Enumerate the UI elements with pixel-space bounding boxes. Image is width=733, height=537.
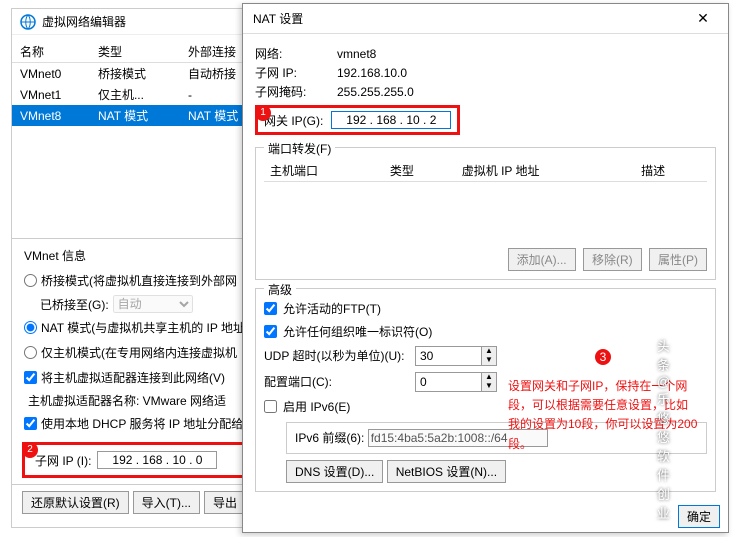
bridged-to-row: 已桥接至(G): 自动 [12, 293, 270, 315]
vne-titlebar: 虚拟网络编辑器 [12, 9, 270, 35]
ok-button[interactable]: 确定 [678, 505, 720, 528]
network-icon [20, 14, 36, 30]
remove-button: 移除(R) [583, 248, 642, 271]
nat-mode-radio[interactable]: NAT 模式(与虚拟机共享主机的 IP 地址 [12, 315, 270, 340]
nat-settings-dialog: NAT 设置 ✕ 网络: vmnet8 子网 IP: 192.168.10.0 子网… [242, 3, 729, 533]
add-button[interactable]: 添加(A)... [508, 248, 576, 271]
nat-titlebar: NAT 设置 ✕ [243, 4, 728, 34]
gateway-ip-input[interactable] [331, 111, 451, 129]
ftp-check-row[interactable]: 允许活动的FTP(T) [264, 297, 707, 320]
bridge-mode-radio[interactable]: 桥接模式(将虚拟机直接连接到外部网 [12, 268, 270, 293]
netbios-settings-button[interactable]: NetBIOS 设置(N)... [387, 460, 506, 483]
table-row[interactable]: VMnet0 桥接模式 自动桥接 [12, 63, 270, 85]
bridged-to-select: 自动 [113, 295, 193, 313]
checkbox-ftp[interactable] [264, 302, 277, 315]
udp-timeout-input[interactable] [416, 347, 481, 365]
subnet-mask-value: 255.255.255.0 [337, 85, 414, 99]
table-row[interactable]: VMnet1 仅主机... - [12, 84, 270, 105]
nat-title: NAT 设置 [253, 10, 303, 27]
pf-col-type[interactable]: 类型 [384, 160, 456, 182]
spin-down-icon[interactable]: ▼ [482, 382, 496, 391]
pf-col-desc[interactable]: 描述 [635, 160, 707, 182]
col-type[interactable]: 类型 [90, 41, 180, 63]
ipv6-prefix-label: IPv6 前缀(6): [295, 431, 364, 445]
watermark: 头条 @乐悠悠软件创业 [657, 336, 670, 522]
subnet-mask-label: 子网掩码: [255, 83, 325, 100]
pf-col-vmip[interactable]: 虚拟机 IP 地址 [456, 160, 635, 182]
config-port-input[interactable] [416, 373, 481, 391]
port-forward-table: 主机端口 类型 虚拟机 IP 地址 描述 [264, 160, 707, 242]
nat-footer: 确定 头条 @乐悠悠软件创业 [678, 505, 720, 528]
vne-button-row: 还原默认设置(R) 导入(T)... 导出 [12, 484, 270, 520]
col-name[interactable]: 名称 [12, 41, 90, 63]
vmnet-info-label: VMnet 信息 [12, 238, 270, 268]
subnet-label: 子网 IP (I): [35, 452, 91, 469]
network-value: vmnet8 [337, 47, 376, 61]
close-icon[interactable]: ✕ [688, 10, 718, 27]
hostonly-mode-radio[interactable]: 仅主机模式(在专用网络内连接虚拟机 [12, 340, 270, 365]
radio-bridge[interactable] [24, 274, 37, 287]
checkbox-dhcp[interactable] [24, 417, 37, 430]
checkbox-ipv6[interactable] [264, 400, 277, 413]
virtual-network-editor-window: 虚拟网络编辑器 名称 类型 外部连接 VMnet0 桥接模式 自动桥接 VMne… [11, 8, 271, 528]
restore-defaults-button[interactable]: 还原默认设置(R) [22, 491, 129, 514]
port-forward-title: 端口转发(F) [264, 140, 335, 157]
udp-timeout-label: UDP 超时(以秒为单位)(U): [264, 347, 409, 364]
radio-nat[interactable] [24, 321, 37, 334]
advanced-title: 高级 [264, 281, 296, 298]
subnet-ip-label: 子网 IP: [255, 64, 325, 81]
properties-button: 属性(P) [649, 248, 707, 271]
dhcp-check[interactable]: 使用本地 DHCP 服务将 IP 地址分配给 [12, 411, 270, 436]
annotation-badge-2: 2 [22, 442, 38, 458]
org-id-check-row[interactable]: 允许任何组织唯一标识符(O) [264, 320, 707, 343]
subnet-ip-input[interactable] [97, 451, 217, 469]
dns-button-row: DNS 设置(D)... NetBIOS 设置(N)... [264, 454, 707, 483]
network-label: 网络: [255, 45, 325, 62]
checkbox-org[interactable] [264, 325, 277, 338]
pf-button-row: 添加(A)... 移除(R) 属性(P) [264, 242, 707, 271]
dns-settings-button[interactable]: DNS 设置(D)... [286, 460, 383, 483]
subnet-ip-value: 192.168.10.0 [337, 66, 407, 80]
table-row[interactable]: VMnet8 NAT 模式 NAT 模式 [12, 105, 270, 126]
annotation-badge-1: 1 [255, 105, 271, 121]
connect-adapter-check[interactable]: 将主机虚拟适配器连接到此网络(V) [12, 365, 270, 390]
pf-col-hostport[interactable]: 主机端口 [264, 160, 384, 182]
annotation-badge-3: 3 [595, 349, 611, 365]
gateway-ip-block: 1 网关 IP(G): [255, 105, 460, 135]
port-forward-group: 端口转发(F) 主机端口 类型 虚拟机 IP 地址 描述 添加(A)... 移除… [255, 147, 716, 280]
subnet-ip-row: 2 子网 IP (I): [22, 442, 260, 478]
import-button[interactable]: 导入(T)... [133, 491, 200, 514]
radio-hostonly[interactable] [24, 346, 37, 359]
vne-title: 虚拟网络编辑器 [42, 13, 126, 30]
adapter-name-label: 主机虚拟适配器名称: VMware 网络适 [12, 390, 270, 411]
spin-down-icon[interactable]: ▼ [482, 356, 496, 365]
export-button[interactable]: 导出 [204, 491, 246, 514]
config-port-label: 配置端口(C): [264, 373, 409, 390]
table-row[interactable] [264, 182, 707, 242]
vmnet-table: 名称 类型 外部连接 VMnet0 桥接模式 自动桥接 VMnet1 仅主机..… [12, 41, 270, 126]
checkbox-connect[interactable] [24, 371, 37, 384]
gateway-ip-label: 网关 IP(G): [264, 112, 323, 129]
